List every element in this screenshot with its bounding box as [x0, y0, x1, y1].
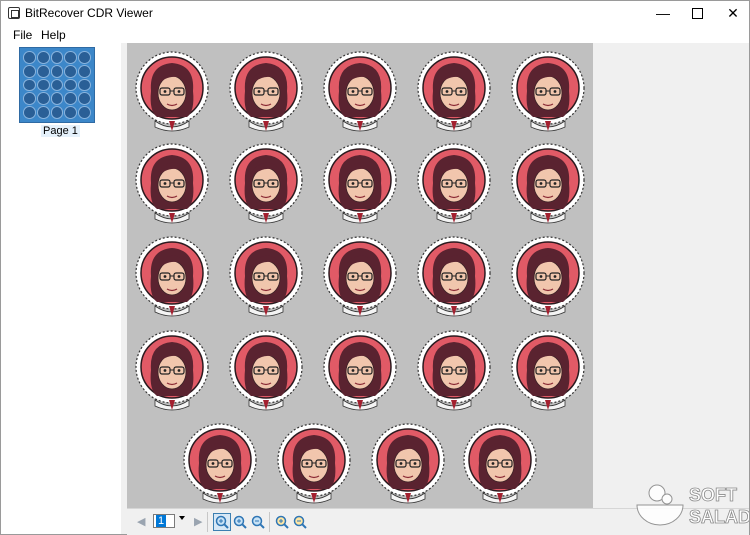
document-page	[127, 43, 593, 508]
minimize-icon: —	[656, 5, 670, 21]
menu-help[interactable]: Help	[41, 28, 66, 42]
avatar-sleepy	[511, 143, 585, 224]
zoom-out-button[interactable]	[249, 513, 267, 531]
avatar-smirk	[323, 236, 397, 317]
avatar-laugh	[229, 143, 303, 224]
zoom-out-icon	[251, 515, 265, 529]
title-bar: BitRecover CDR Viewer — ✕	[1, 1, 749, 25]
thumbnail-label: Page 1	[41, 125, 80, 137]
avatar-confused	[229, 330, 303, 411]
close-button[interactable]: ✕	[711, 1, 750, 25]
avatar-happy	[183, 423, 257, 504]
avatar-excited	[135, 143, 209, 224]
watermark-text-soft: SOFT	[689, 485, 737, 505]
avatar-bored	[135, 330, 209, 411]
avatar-cold	[277, 423, 351, 504]
next-page-icon: ▶	[194, 516, 203, 528]
zoom-in-button[interactable]	[231, 513, 249, 531]
avatar-angry	[511, 51, 585, 132]
avatar-crying	[417, 330, 491, 411]
avatar-grin	[417, 236, 491, 317]
avatar-worried	[135, 236, 209, 317]
softsalad-watermark: SOFT SALAD	[633, 479, 750, 529]
avatar-surprised	[417, 51, 491, 132]
avatar-wink	[229, 236, 303, 317]
app-icon	[8, 7, 20, 19]
zoom-fit-icon	[215, 515, 229, 529]
page-thumbnail[interactable]	[19, 47, 95, 123]
thumbnail-sidebar: Page 1	[1, 43, 122, 534]
zoom-width-button[interactable]	[273, 513, 291, 531]
menu-bar: File Help	[1, 25, 749, 43]
previous-page-button[interactable]: ◀	[137, 515, 145, 528]
zoom-in-icon	[233, 515, 247, 529]
page-number-input[interactable]: 1	[153, 514, 175, 528]
avatar-neutral	[135, 51, 209, 132]
zoom-width-icon	[275, 515, 289, 529]
zoom-actual-icon	[293, 515, 307, 529]
toolbar-separator	[269, 512, 270, 532]
avatar-sad	[323, 51, 397, 132]
toolbar-separator	[207, 512, 208, 532]
page-dropdown-icon[interactable]	[179, 516, 185, 520]
avatar-calm	[463, 423, 537, 504]
avatar-sick	[371, 423, 445, 504]
avatar-annoyed	[511, 330, 585, 411]
page-number-value: 1	[156, 515, 167, 527]
window-title: BitRecover CDR Viewer	[25, 6, 153, 20]
avatar-devil	[323, 143, 397, 224]
avatar-cool	[323, 330, 397, 411]
avatar-smile	[229, 51, 303, 132]
next-page-button[interactable]: ▶	[194, 515, 202, 528]
avatar-thoughtful	[511, 236, 585, 317]
document-viewer	[127, 43, 749, 508]
app-window: BitRecover CDR Viewer — ✕ File Help Page…	[0, 0, 750, 535]
zoom-actual-button[interactable]	[291, 513, 309, 531]
zoom-fit-button[interactable]	[213, 513, 231, 531]
menu-file[interactable]: File	[13, 28, 32, 42]
watermark-text-salad: SALAD	[689, 507, 749, 527]
maximize-icon	[691, 7, 703, 19]
close-icon: ✕	[727, 4, 739, 21]
previous-page-icon: ◀	[137, 516, 146, 528]
avatar-angel	[417, 143, 491, 224]
